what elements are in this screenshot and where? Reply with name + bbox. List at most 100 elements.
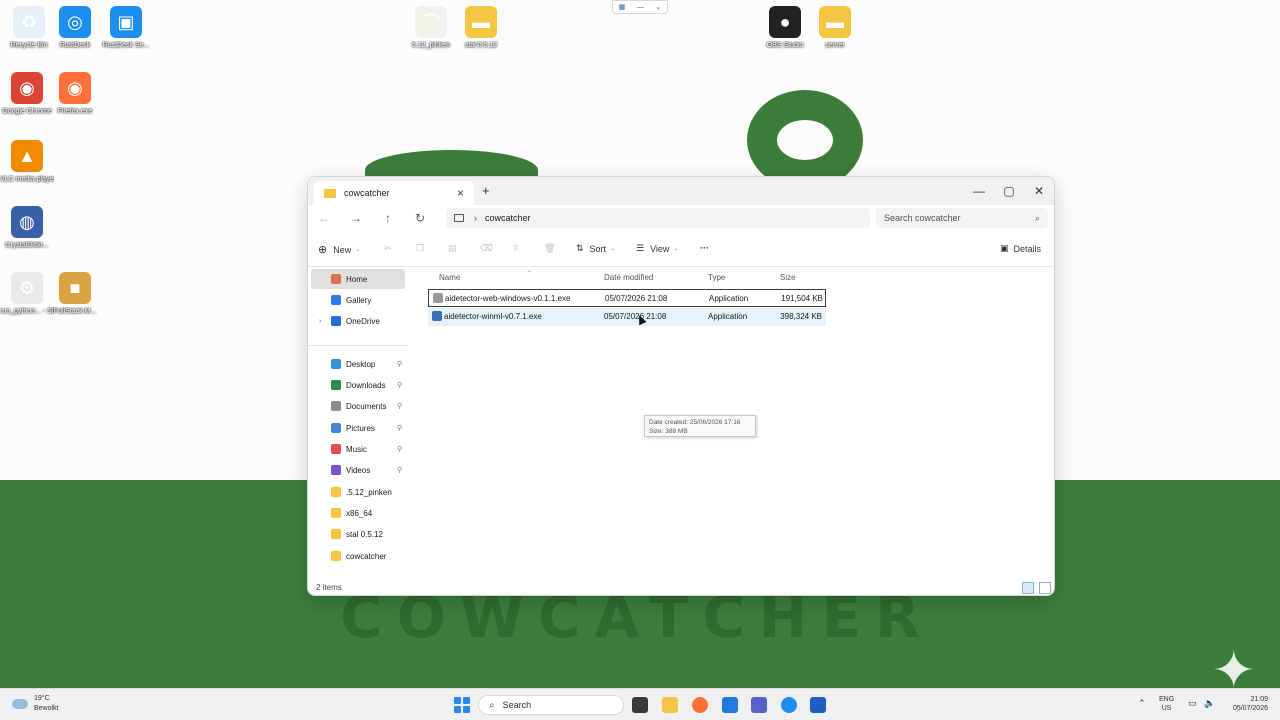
volume-icon[interactable]: 🔈: [1204, 698, 1215, 709]
tiles-view-button[interactable]: [1039, 582, 1051, 594]
close-tab-icon[interactable]: ×: [457, 186, 464, 200]
more-options-button[interactable]: ···: [700, 243, 709, 253]
file-row[interactable]: aidetector-winml-v0.7.1.exe 05/07/2026 21…: [428, 308, 826, 326]
tooltip-date-created: Date created: 25/06/2026 17:16: [649, 419, 741, 426]
copy-button[interactable]: ❐: [416, 243, 424, 254]
back-button[interactable]: ←: [316, 211, 332, 225]
language-indicator[interactable]: ENG US: [1159, 695, 1174, 713]
sidebar-item-music[interactable]: Music ⚲: [311, 439, 405, 459]
address-input[interactable]: › cowcatcher: [446, 208, 870, 228]
desktop-icon[interactable]: ▣ RustDesk Se...: [99, 6, 153, 50]
sidebar-item-label: OneDrive: [346, 316, 380, 326]
desktop-icon[interactable]: ▲ VLC media player: [0, 140, 54, 184]
sidebar-item-documents[interactable]: Documents ⚲: [311, 396, 405, 416]
desktop-icon[interactable]: ▬ server: [808, 6, 862, 50]
rustdesk-service-taskbar-icon[interactable]: [810, 697, 826, 713]
desktop-icon-label: stal 0.5.12: [464, 42, 498, 49]
delete-button[interactable]: 🗑: [544, 243, 555, 254]
sidebar-item-x86-64[interactable]: x86_64: [311, 503, 405, 523]
chevron-down-icon[interactable]: ⌄: [655, 3, 661, 11]
app-taskbar-icon[interactable]: [722, 697, 738, 713]
pin-icon: ⚲: [396, 446, 402, 453]
desktop-app-icon: ▬: [819, 6, 851, 38]
tab-cowcatcher[interactable]: cowcatcher ×: [314, 181, 474, 205]
desktop-icon-label: RustDesk: [59, 42, 91, 49]
clock-time: 21:09: [1250, 696, 1268, 703]
desktop-icon[interactable]: ⌒ 5.12_pinken: [404, 6, 458, 50]
details-pane-icon: ▣: [1000, 243, 1009, 253]
sidebar-item-label: Music: [346, 444, 367, 454]
sidebar-item-onedrive[interactable]: › OneDrive: [311, 311, 405, 331]
desktop-app-icon: ◎: [59, 6, 91, 38]
folder-icon: [331, 465, 341, 475]
up-button[interactable]: ↑: [380, 211, 396, 225]
weather-widget[interactable]: 19°C Bewolkt: [12, 694, 59, 714]
desktop-icon[interactable]: ◉ Firefox.exe: [48, 72, 102, 116]
file-explorer-window[interactable]: cowcatcher × + — ▢ ✕ ← → ↑ ↻ › cowcatche…: [307, 176, 1055, 596]
network-icon[interactable]: ▭: [1188, 698, 1197, 709]
file-explorer-taskbar-icon[interactable]: [662, 697, 678, 713]
sidebar-item-desktop[interactable]: Desktop ⚲: [311, 354, 405, 374]
column-header-date[interactable]: Date modified: [604, 273, 653, 282]
details-view-button[interactable]: [1022, 582, 1034, 594]
cloud-icon: [12, 699, 28, 709]
forward-button[interactable]: →: [348, 211, 364, 225]
breadcrumb-chevron-icon[interactable]: ›: [474, 213, 477, 223]
column-header-name[interactable]: Name ⌃: [439, 271, 532, 282]
file-type: Application: [708, 312, 748, 321]
desktop-icon-label: CrystalDiskI...: [5, 242, 49, 249]
desktop-icon[interactable]: ◉ Google Chrome: [0, 72, 54, 116]
item-count: 2 items: [316, 583, 342, 592]
sidebar-item-5-12-pinken[interactable]: .5.12_pinken: [311, 482, 405, 502]
rename-button[interactable]: ⌫: [480, 243, 493, 254]
plus-icon: ⊕: [318, 244, 328, 256]
minimize-button[interactable]: —: [964, 181, 994, 201]
close-window-button[interactable]: ✕: [1024, 181, 1054, 201]
sidebar-item-downloads[interactable]: Downloads ⚲: [311, 375, 405, 395]
column-header-size[interactable]: Size: [780, 273, 796, 282]
view-button[interactable]: ☰ View ⌄: [636, 243, 678, 254]
search-input[interactable]: Search cowcatcher ⌕: [876, 208, 1048, 228]
sidebar-item-pictures[interactable]: Pictures ⚲: [311, 418, 405, 438]
new-button[interactable]: ⊕ New ⌄: [318, 243, 360, 256]
firefox-taskbar-icon[interactable]: [692, 697, 708, 713]
share-button[interactable]: ⇪: [512, 243, 520, 254]
file-row[interactable]: aidetector-web-windows-v0.1.1.exe 05/07/2…: [428, 289, 826, 307]
start-button[interactable]: [454, 697, 470, 713]
sidebar-item-stal-0-5-12[interactable]: stal 0.5.12: [311, 524, 405, 544]
sidebar-item-gallery[interactable]: Gallery: [311, 290, 405, 310]
new-tab-button[interactable]: +: [482, 183, 490, 198]
expand-chevron-icon[interactable]: ›: [319, 318, 321, 325]
desktop-icon[interactable]: ■ FullStack.M...: [48, 272, 102, 316]
desktop-icon[interactable]: ⚙ run_python... - Shortcut: [0, 272, 54, 316]
status-bar: 2 items: [308, 581, 1054, 595]
chevron-up-icon[interactable]: ⌃: [1138, 698, 1146, 709]
sidebar-item-cowcatcher[interactable]: cowcatcher: [311, 546, 405, 566]
desktop-icon[interactable]: ◍ CrystalDiskI...: [0, 206, 54, 250]
teams-taskbar-icon[interactable]: [751, 697, 767, 713]
task-view-icon[interactable]: [632, 697, 648, 713]
clock[interactable]: 21:09 05/07/2026: [1220, 695, 1268, 713]
desktop-icon[interactable]: ● OBS Studio: [758, 6, 812, 50]
paste-button[interactable]: ▤: [448, 243, 457, 254]
details-button[interactable]: ▣ Details: [1000, 243, 1041, 254]
maximize-button[interactable]: ▢: [994, 181, 1024, 201]
sort-button[interactable]: ⇅ Sort ⌄: [576, 243, 615, 254]
folder-icon: [331, 423, 341, 433]
refresh-button[interactable]: ↻: [412, 211, 428, 225]
desktop-icon[interactable]: ◎ RustDesk: [48, 6, 102, 50]
desktop-app-icon: ◉: [59, 72, 91, 104]
column-header-type[interactable]: Type: [708, 273, 725, 282]
snap-icon[interactable]: ▦: [619, 3, 626, 11]
folder-icon: [324, 188, 336, 198]
title-bar[interactable]: cowcatcher × + — ▢ ✕: [308, 177, 1054, 205]
sidebar-item-videos[interactable]: Videos ⚲: [311, 460, 405, 480]
snap-bar[interactable]: ▦ — ⌄: [612, 0, 668, 14]
rustdesk-taskbar-icon[interactable]: [781, 697, 797, 713]
taskbar-search[interactable]: ⌕ Search: [478, 695, 624, 715]
breadcrumb[interactable]: cowcatcher: [485, 213, 531, 223]
minimize-snap-icon[interactable]: —: [637, 4, 644, 11]
sidebar-item-home[interactable]: Home: [311, 269, 405, 289]
desktop-icon[interactable]: ▬ stal 0.5.12: [454, 6, 508, 50]
cut-button[interactable]: ✂: [384, 243, 392, 254]
